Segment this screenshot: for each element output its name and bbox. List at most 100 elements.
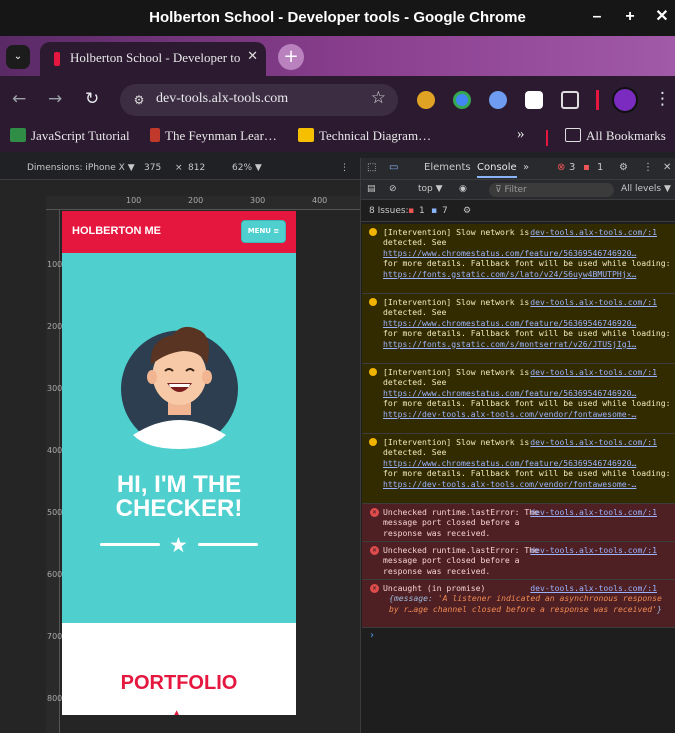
issue-error-count[interactable]: 1 <box>419 206 425 216</box>
more-tabs-button[interactable]: » <box>523 162 529 173</box>
message-link[interactable]: https://dev-tools.alx-tools.com/vendor/f… <box>383 479 672 489</box>
inspect-element-icon[interactable]: ⬚ <box>367 162 376 173</box>
promise-object[interactable]: {message: 'A listener indicated an async… <box>383 593 672 614</box>
feynman-icon <box>150 128 160 142</box>
menu-button[interactable]: MENU ≡ <box>241 220 286 243</box>
log-levels-select[interactable]: All levels ▼ <box>621 184 671 194</box>
new-tab-button[interactable]: + <box>278 44 304 70</box>
issues-bar: 8 Issues: ▪ 1 ▪ 7 ⚙ <box>361 200 675 222</box>
devtools-menu-button[interactable]: ⋮ <box>643 162 653 173</box>
active-tab[interactable]: Holberton School - Developer tools ✕ <box>40 42 266 76</box>
message-link[interactable]: https://fonts.gstatic.com/s/lato/v24/S6u… <box>383 269 672 279</box>
site-navbar: HOLBERTON ME MENU ≡ <box>62 211 296 253</box>
folder-icon <box>565 128 581 142</box>
site-brand[interactable]: HOLBERTON ME <box>72 225 161 237</box>
message-source-link[interactable]: dev-tools.alx-tools.com/:1 <box>530 227 657 237</box>
message-source-link[interactable]: dev-tools.alx-tools.com/:1 <box>530 297 657 307</box>
console-message-warn[interactable]: dev-tools.alx-tools.com/:1 [Intervention]… <box>362 364 675 434</box>
width-input[interactable]: 375 <box>144 163 161 173</box>
back-button[interactable]: ← <box>12 89 26 109</box>
issue-info-icon: ▪ <box>431 206 438 216</box>
hero-section: HI, I'M THE CHECKER! ★ <box>62 253 296 623</box>
message-link[interactable]: https://www.chromestatus.com/feature/563… <box>383 388 672 398</box>
all-bookmarks-button[interactable]: All Bookmarks <box>565 128 666 144</box>
extension-2-icon[interactable] <box>453 91 471 109</box>
console-toolbar: ▤ ⊘ top ▼ ◉ ⊽ Filter All levels ▼ <box>361 180 675 200</box>
tab-console[interactable]: Console <box>477 162 517 178</box>
bookmark-technical-diagram[interactable]: Technical Diagram… <box>298 128 431 144</box>
maximize-button[interactable]: + <box>619 6 641 28</box>
sidebar-toggle-icon[interactable]: ▤ <box>367 184 376 194</box>
warning-count[interactable]: 1 <box>597 162 603 173</box>
clear-console-icon[interactable]: ⊘ <box>389 184 397 194</box>
message-source-link[interactable]: dev-tools.alx-tools.com/:1 <box>530 367 657 377</box>
devtools-tabs: ⬚ ▭ Elements Console » ⊗ 3 ▪ 1 ⚙ ⋮ ✕ <box>361 158 675 180</box>
eye-icon[interactable]: ◉ <box>459 184 467 194</box>
console-message-warn[interactable]: dev-tools.alx-tools.com/:1 [Intervention]… <box>362 224 675 294</box>
extension-1-icon[interactable] <box>417 91 435 109</box>
zoom-select[interactable]: 62% ▼ <box>232 163 262 173</box>
site-info-icon[interactable]: ⚙ <box>129 90 149 110</box>
avatar-image <box>121 326 238 449</box>
url-text[interactable]: dev-tools.alx-tools.com <box>156 91 288 107</box>
error-icon: ✕ <box>370 546 379 555</box>
hero-title: HI, I'M THE CHECKER! <box>115 471 243 522</box>
message-link[interactable]: https://www.chromestatus.com/feature/563… <box>383 458 672 468</box>
issues-label[interactable]: 8 Issues: <box>369 206 409 216</box>
extension-3-icon[interactable] <box>489 91 507 109</box>
tab-elements[interactable]: Elements <box>424 162 471 173</box>
address-bar[interactable]: ⚙ dev-tools.alx-tools.com ☆ <box>120 84 398 116</box>
profile-avatar[interactable] <box>612 87 638 113</box>
dimensions-select[interactable]: Dimensions: iPhone X ▼ <box>27 163 135 173</box>
issues-settings-icon[interactable]: ⚙ <box>463 206 471 216</box>
console-message-err[interactable]: ✕ dev-tools.alx-tools.com/:1 Unchecked run… <box>362 504 675 542</box>
issue-info-count[interactable]: 7 <box>442 206 448 216</box>
error-count-icon[interactable]: ⊗ <box>557 162 565 173</box>
console-message-err[interactable]: ✕ dev-tools.alx-tools.com/:1 Uncaught (in … <box>362 580 675 628</box>
browser-menu-button[interactable]: ⋮ <box>654 89 671 109</box>
bookmark-star-icon[interactable]: ☆ <box>371 88 386 108</box>
more-bookmarks-button[interactable]: » <box>517 126 525 143</box>
divider <box>596 90 599 110</box>
context-select[interactable]: top ▼ <box>418 184 443 194</box>
filter-input[interactable]: ⊽ Filter <box>489 183 614 197</box>
forward-button[interactable]: → <box>48 89 62 109</box>
error-icon: ✕ <box>370 508 379 517</box>
reload-button[interactable]: ↻ <box>85 89 99 109</box>
error-count[interactable]: 3 <box>569 162 575 173</box>
warning-flag-icon[interactable]: ▪ <box>583 162 590 173</box>
gfg-icon <box>10 128 26 142</box>
bookmark-javascript-tutorial[interactable]: JavaScript Tutorial <box>10 128 130 144</box>
console-message-warn[interactable]: dev-tools.alx-tools.com/:1 [Intervention]… <box>362 434 675 504</box>
message-source-link[interactable]: dev-tools.alx-tools.com/:1 <box>530 437 657 447</box>
console-message-warn[interactable]: dev-tools.alx-tools.com/:1 [Intervention]… <box>362 294 675 364</box>
devtools-close-icon[interactable]: ✕ <box>663 162 671 173</box>
tab-close-icon[interactable]: ✕ <box>247 49 258 64</box>
message-link[interactable]: https://fonts.gstatic.com/s/montserrat/v… <box>383 339 672 349</box>
warning-icon <box>369 298 377 306</box>
extension-x-icon[interactable] <box>525 91 543 109</box>
close-window-button[interactable]: ✕ <box>651 6 673 28</box>
message-text: for more details. Fallback font will be … <box>383 258 671 269</box>
message-source-link[interactable]: dev-tools.alx-tools.com/:1 <box>530 507 657 517</box>
device-more-button[interactable]: ⋮ <box>340 163 349 173</box>
extensions-puzzle-icon[interactable] <box>561 91 579 109</box>
device-toggle-icon[interactable]: ▭ <box>389 162 398 173</box>
message-text: for more details. Fallback font will be … <box>383 468 671 479</box>
settings-gear-icon[interactable]: ⚙ <box>619 162 628 173</box>
message-link[interactable]: https://www.chromestatus.com/feature/563… <box>383 318 672 328</box>
minimize-button[interactable]: – <box>586 6 608 28</box>
message-link[interactable]: https://dev-tools.alx-tools.com/vendor/f… <box>383 409 672 419</box>
tab-search-button[interactable]: ⌄ <box>6 45 30 69</box>
bookmark-feynman[interactable]: The Feynman Lear… <box>150 128 277 144</box>
message-link[interactable]: https://www.chromestatus.com/feature/563… <box>383 248 672 258</box>
message-source-link[interactable]: dev-tools.alx-tools.com/:1 <box>530 545 657 555</box>
console-message-err[interactable]: ✕ dev-tools.alx-tools.com/:1 Unchecked run… <box>362 542 675 580</box>
tab-strip: ⌄ Holberton School - Developer tools ✕ + <box>0 36 675 76</box>
emulated-page: HOLBERTON ME MENU ≡ HI, I'M THE CHECKER!… <box>62 211 296 715</box>
console-prompt[interactable]: › <box>370 630 374 641</box>
message-source-link[interactable]: dev-tools.alx-tools.com/:1 <box>530 583 657 593</box>
height-input[interactable]: 812 <box>188 163 205 173</box>
portfolio-star-icon: ▲ <box>172 707 182 715</box>
warning-icon <box>369 438 377 446</box>
